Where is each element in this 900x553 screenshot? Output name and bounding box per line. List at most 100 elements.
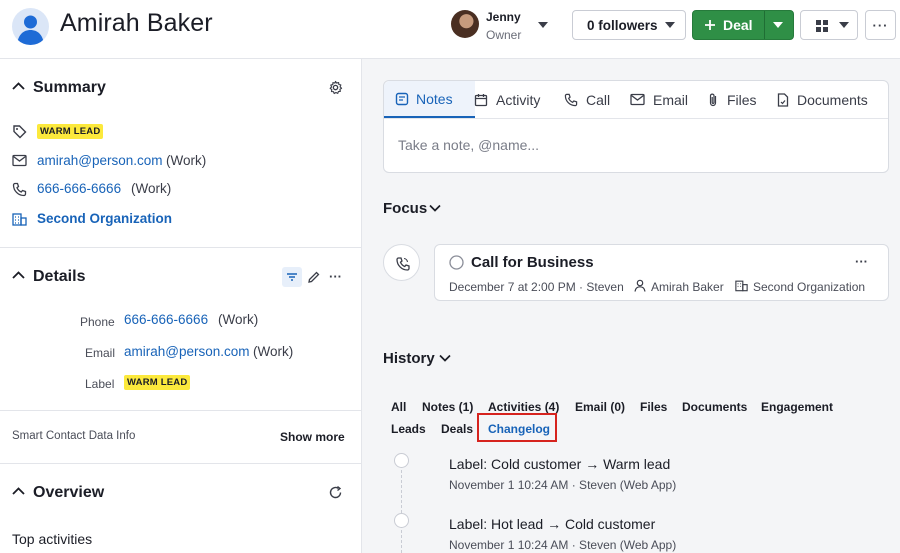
divider: [0, 410, 362, 411]
history-tab-email[interactable]: Email (0): [575, 400, 625, 414]
activity-date: December 7 at 2:00 PM · Steven: [449, 280, 624, 294]
tab-notes[interactable]: Notes: [384, 81, 475, 118]
calendar-icon: [474, 93, 488, 107]
activity-title[interactable]: Call for Business: [471, 254, 594, 271]
changelog-change: Cold customer → Warm lead: [491, 456, 671, 472]
plus-icon: [703, 18, 717, 32]
details-label-label: Label: [85, 377, 115, 391]
owner-role: Owner: [486, 28, 522, 42]
tab-documents[interactable]: Documents: [777, 81, 868, 118]
top-activities-label: Top activities: [12, 531, 93, 547]
paperclip-icon: [708, 92, 718, 107]
smart-contact-info-label: Smart Contact Data Info: [12, 430, 136, 442]
chevron-down-icon: [839, 22, 849, 28]
filter-icon[interactable]: [282, 267, 302, 287]
history-tab-notes[interactable]: Notes (1): [422, 400, 473, 414]
details-label-badge[interactable]: WARM LEAD: [124, 375, 191, 390]
divider: [764, 11, 765, 39]
view-options-button[interactable]: [800, 10, 858, 40]
details-email-link[interactable]: amirah@person.com: [124, 344, 250, 359]
mail-icon: [630, 93, 645, 106]
more-actions-button[interactable]: ···: [865, 10, 896, 40]
chevron-down-icon: [665, 22, 675, 28]
note-icon: [395, 92, 409, 106]
focus-activity-card[interactable]: Call for Business ··· December 7 at 2:00…: [434, 244, 889, 301]
timeline-line: [401, 470, 402, 553]
document-icon: [777, 92, 789, 107]
tab-label: Files: [727, 91, 757, 108]
phone-icon: [564, 93, 578, 107]
tag-icon: [12, 124, 27, 139]
show-more-button[interactable]: Show more: [280, 430, 345, 444]
history-tab-activities[interactable]: Activities (4): [488, 400, 559, 414]
person-icon: [634, 279, 646, 292]
owner-avatar[interactable]: [451, 10, 479, 38]
changelog-entry-meta: November 1 10:24 AM · Steven (Web App): [449, 478, 677, 492]
summary-organization-link[interactable]: Second Organization: [37, 211, 172, 226]
collapse-overview-chevron-up-icon[interactable]: [12, 487, 25, 495]
chevron-down-icon[interactable]: [439, 354, 451, 362]
history-tab-engagement[interactable]: Engagement: [761, 400, 833, 414]
summary-email-link[interactable]: amirah@person.com: [37, 153, 163, 168]
details-more-icon[interactable]: ···: [329, 269, 342, 284]
changelog-entry-meta: November 1 10:24 AM · Steven (Web App): [449, 538, 677, 552]
colon-separator: :: [483, 456, 492, 472]
changelog-entry-title: Label: Hot lead → Cold customer: [449, 516, 655, 532]
tab-email[interactable]: Email: [630, 81, 688, 118]
focus-title[interactable]: Focus: [383, 200, 427, 217]
organization-icon: [735, 279, 748, 292]
tab-label: Documents: [797, 91, 868, 108]
collapse-details-chevron-up-icon[interactable]: [12, 271, 25, 279]
followers-button[interactable]: 0 followers: [572, 10, 686, 40]
activity-organization-link[interactable]: Second Organization: [753, 280, 865, 294]
gear-icon[interactable]: [328, 80, 343, 95]
tab-call[interactable]: Call: [564, 81, 610, 118]
organization-icon: [12, 212, 27, 226]
activity-person-link[interactable]: Amirah Baker: [651, 280, 724, 294]
tab-label: Email: [653, 91, 689, 108]
tab-label: Call: [586, 91, 611, 108]
history-title[interactable]: History: [383, 350, 435, 367]
add-deal-button[interactable]: Deal: [692, 10, 794, 40]
tab-files[interactable]: Files: [708, 81, 757, 118]
history-tab-all[interactable]: All: [391, 400, 406, 414]
history-tab-leads[interactable]: Leads: [391, 422, 426, 436]
overview-title: Overview: [33, 484, 105, 501]
compose-box: Notes Activity Call Email Files Document…: [383, 80, 889, 173]
details-email-type: (Work): [253, 344, 294, 359]
history-tab-files[interactable]: Files: [640, 400, 667, 414]
tab-label: Activity: [496, 91, 541, 108]
changelog-field: Label: [449, 456, 484, 472]
collapse-summary-chevron-up-icon[interactable]: [12, 82, 25, 90]
chevron-down-icon[interactable]: [773, 22, 783, 28]
owner-name[interactable]: Jenny: [486, 10, 521, 24]
summary-phone-link[interactable]: 666-666-6666: [37, 181, 121, 196]
summary-email-type: (Work): [166, 153, 207, 168]
lead-status-badge[interactable]: WARM LEAD: [37, 124, 104, 139]
divider: [0, 463, 362, 464]
mail-icon: [12, 154, 27, 167]
edit-pencil-icon[interactable]: [307, 270, 321, 284]
colon-separator: :: [483, 516, 492, 532]
summary-title: Summary: [33, 79, 106, 96]
details-phone-type: (Work): [218, 312, 259, 327]
deal-button-label: Deal: [723, 17, 753, 33]
activity-more-icon[interactable]: ···: [855, 254, 868, 269]
followers-label: 0 followers: [587, 17, 658, 33]
owner-dropdown-caret-icon[interactable]: [538, 22, 548, 28]
timeline-dot: [394, 453, 409, 468]
history-tab-deals[interactable]: Deals: [441, 422, 473, 436]
history-tab-documents[interactable]: Documents: [682, 400, 747, 414]
tab-activity[interactable]: Activity: [474, 81, 540, 118]
tab-label: Notes: [416, 90, 453, 107]
page-title: Amirah Baker: [60, 9, 213, 37]
contact-avatar: [12, 8, 49, 45]
chevron-down-icon[interactable]: [429, 204, 441, 212]
mark-done-checkbox[interactable]: [449, 255, 464, 270]
phone-icon: [12, 182, 27, 197]
details-phone-link[interactable]: 666-666-6666: [124, 312, 208, 327]
note-input[interactable]: Take a note, @name...: [398, 137, 539, 153]
refresh-icon[interactable]: [328, 485, 343, 500]
changelog-highlight-box: [477, 413, 557, 442]
summary-phone-type: (Work): [131, 181, 172, 196]
